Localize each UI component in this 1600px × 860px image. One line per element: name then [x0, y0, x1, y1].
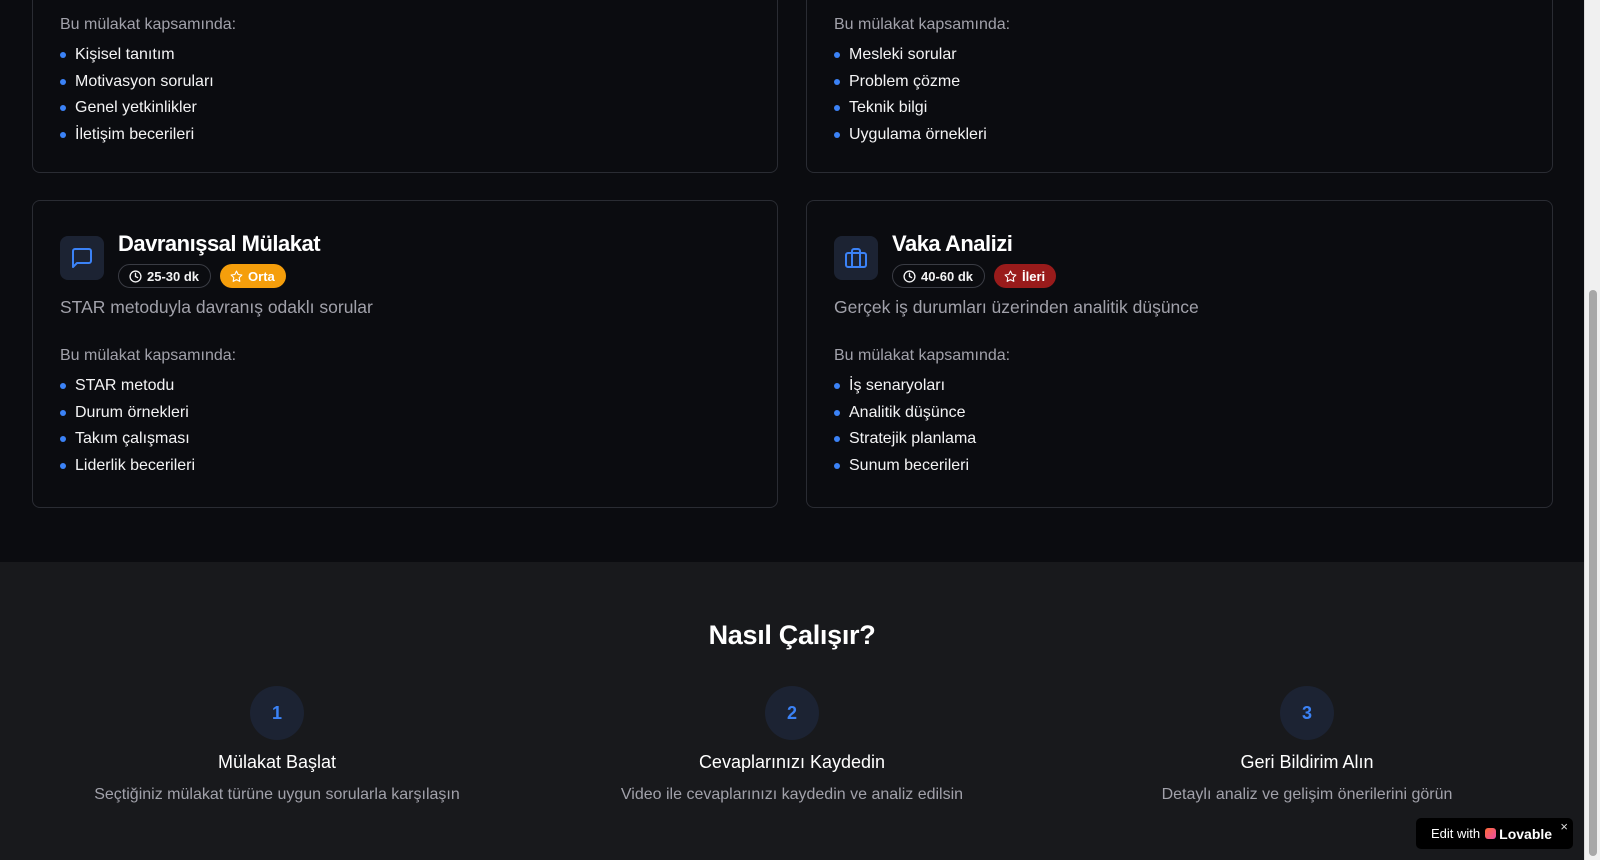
bullet-dot [60, 436, 66, 443]
card-title: Davranışsal Mülakat [118, 231, 321, 256]
list-item: Analitik düşünce [834, 400, 976, 427]
bullet-dot [60, 463, 66, 470]
step-number: 2 [765, 686, 819, 740]
lovable-heart-icon [1485, 828, 1497, 839]
list-item: Takım çalışması [60, 426, 195, 453]
bullet-dot [834, 383, 840, 389]
list-item: STAR metodu [60, 373, 195, 400]
bullet-dot [60, 409, 66, 416]
bullet-dot [834, 463, 840, 470]
card-title: Vaka Analizi [892, 231, 1013, 256]
list-item: Genel yetkinlikler [60, 95, 214, 122]
coverage-list: İş senaryoları Analitik düşünce Strateji… [834, 373, 976, 480]
list-item: Mesleki sorular [834, 42, 987, 69]
bullet-dot [60, 78, 66, 85]
coverage-list: Mesleki sorular Problem çözme Teknik bil… [834, 42, 987, 149]
card-description: Gerçek iş durumları üzerinden analitik d… [834, 297, 1199, 317]
list-item: İş senaryoları [834, 373, 976, 400]
list-item: Kişisel tanıtım [60, 42, 214, 69]
step-2: 2 Cevaplarınızı Kaydedin Video ile cevap… [534, 686, 1050, 804]
how-it-works-section: Nasıl Çalışır? 1 Mülakat Başlat Seçtiğin… [0, 562, 1584, 860]
step-number: 3 [1280, 686, 1334, 740]
card-description: STAR metoduyla davranış odaklı sorular [60, 297, 373, 317]
interview-types-section: Bu mülakat kapsamında: Kişisel tanıtım M… [0, 0, 1584, 562]
lovable-brand: Lovable [1485, 826, 1552, 842]
bullet-dot [60, 132, 66, 139]
bullet-dot [60, 383, 66, 389]
bullet-dot [834, 105, 840, 112]
badge-row: 40-60 dk İleri [892, 264, 1057, 288]
star-icon [1004, 270, 1017, 282]
step-1: 1 Mülakat Başlat Seçtiğiniz mülakat türü… [19, 686, 535, 804]
message-square-icon [60, 236, 104, 280]
bullet-dot [60, 52, 66, 58]
coverage-list: Kişisel tanıtım Motivasyon soruları Gene… [60, 42, 214, 149]
step-title: Mülakat Başlat [217, 752, 337, 772]
coverage-title: Bu mülakat kapsamında: [60, 16, 237, 33]
vertical-scrollbar[interactable] [1584, 0, 1600, 860]
interview-card-technical[interactable]: Bu mülakat kapsamında: Mesleki sorular P… [806, 0, 1553, 173]
clock-icon [129, 269, 142, 283]
interview-card-behavioral[interactable]: Davranışsal Mülakat 25-30 dk Orta STAR m… [32, 200, 778, 508]
bullet-dot [834, 436, 840, 443]
step-description: Seçtiğiniz mülakat türüne uygun sorularl… [94, 786, 460, 803]
interview-card-general[interactable]: Bu mülakat kapsamında: Kişisel tanıtım M… [32, 0, 778, 173]
list-item: Problem çözme [834, 69, 987, 96]
step-title: Cevaplarınızı Kaydedin [698, 752, 886, 772]
coverage-list: STAR metodu Durum örnekleri Takım çalışm… [60, 373, 195, 480]
list-item: Durum örnekleri [60, 400, 195, 427]
list-item: İletişim becerileri [60, 122, 214, 149]
interview-card-case[interactable]: Vaka Analizi 40-60 dk İleri Gerçek iş du… [806, 200, 1553, 508]
list-item: Liderlik becerileri [60, 453, 195, 480]
bullet-dot [834, 78, 840, 85]
badge-row: 25-30 dk Orta [118, 264, 286, 288]
edit-with-lovable-button[interactable]: Edit with Lovable × [1416, 818, 1573, 849]
section-title: Nasıl Çalışır? [708, 620, 876, 650]
lovable-prefix: Edit with [1431, 826, 1481, 841]
duration-badge: 40-60 dk [892, 264, 986, 288]
difficulty-badge: İleri [994, 264, 1057, 288]
step-number: 1 [250, 686, 304, 740]
step-description: Detaylı analiz ve gelişim önerilerini gö… [1161, 786, 1453, 803]
list-item: Uygulama örnekleri [834, 122, 987, 149]
coverage-title: Bu mülakat kapsamında: [60, 347, 237, 364]
coverage-title: Bu mülakat kapsamında: [834, 347, 1011, 364]
difficulty-badge: Orta [220, 264, 286, 288]
coverage-title: Bu mülakat kapsamında: [834, 16, 1011, 33]
scrollbar-thumb[interactable] [1589, 290, 1597, 856]
briefcase-icon [834, 236, 878, 280]
list-item: Teknik bilgi [834, 95, 987, 122]
list-item: Sunum becerileri [834, 453, 976, 480]
list-item: Motivasyon soruları [60, 69, 214, 96]
list-item: Stratejik planlama [834, 426, 976, 453]
duration-badge: 25-30 dk [118, 264, 212, 288]
bullet-dot [834, 132, 840, 139]
step-3: 3 Geri Bildirim Alın Detaylı analiz ve g… [1049, 686, 1565, 804]
step-description: Video ile cevaplarınızı kaydedin ve anal… [620, 786, 964, 803]
bullet-dot [834, 409, 840, 416]
clock-icon [903, 269, 916, 283]
step-title: Geri Bildirim Alın [1240, 752, 1374, 772]
bullet-dot [60, 105, 66, 112]
bullet-dot [834, 52, 840, 58]
close-icon[interactable]: × [1560, 819, 1568, 834]
star-icon [230, 270, 243, 282]
